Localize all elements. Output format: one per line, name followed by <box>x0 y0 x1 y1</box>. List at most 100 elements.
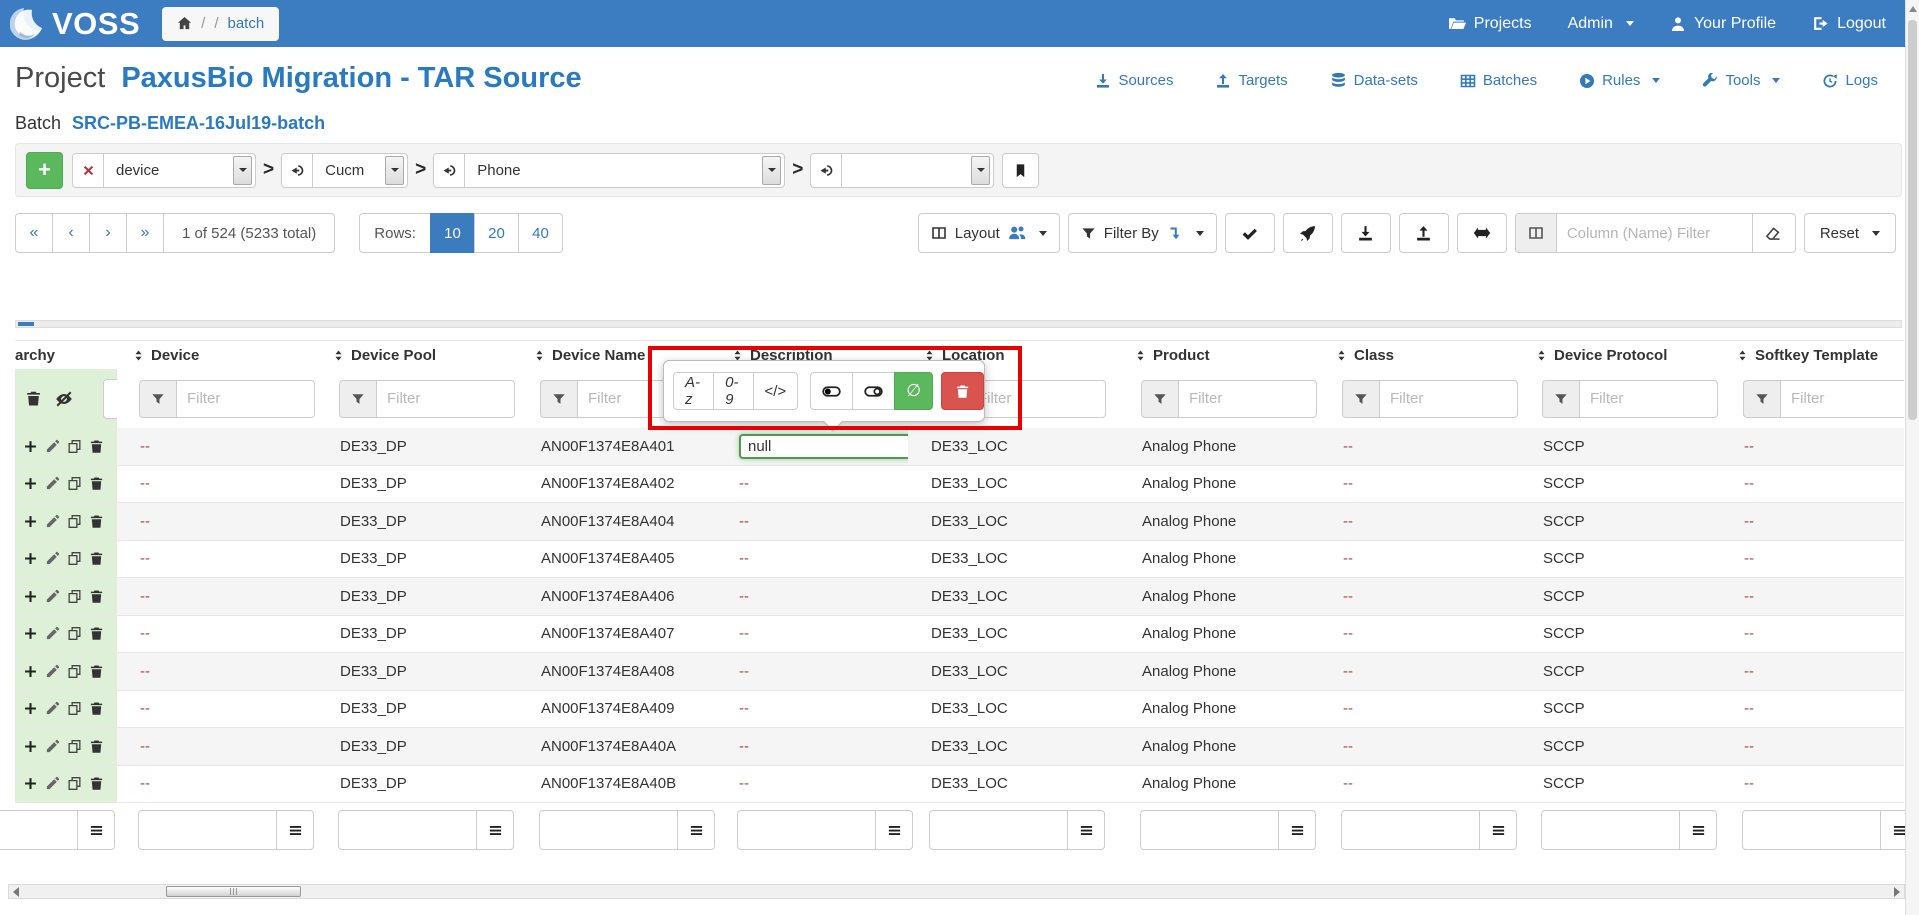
column-header[interactable]: Device <box>117 347 317 364</box>
copy-row-icon[interactable] <box>67 589 82 604</box>
filter-funnel-button[interactable] <box>339 380 377 418</box>
table-row[interactable]: --DE33_DPAN00F1374E8A406--DE33_LOCAnalog… <box>15 578 1904 616</box>
scroll-right-arrow[interactable] <box>1894 887 1900 897</box>
copy-row-icon[interactable] <box>67 551 82 566</box>
run-button[interactable] <box>1283 213 1333 253</box>
edit-row-icon[interactable] <box>45 626 60 641</box>
footer-menu-button[interactable] <box>1479 810 1517 850</box>
column-filter-input[interactable] <box>377 380 515 418</box>
table-row[interactable]: --DE33_DPAN00F1374E8A40A--DE33_LOCAnalog… <box>15 728 1904 766</box>
edit-row-icon[interactable] <box>45 701 60 716</box>
delete-row-icon[interactable] <box>89 439 104 454</box>
table-row[interactable]: --DE33_DPAN00F1374E8A409--DE33_LOCAnalog… <box>15 691 1904 729</box>
trash-icon[interactable] <box>25 390 42 407</box>
copy-row-icon[interactable] <box>67 739 82 754</box>
copy-row-icon[interactable] <box>67 626 82 641</box>
table-top-scrollbar-thumb[interactable] <box>18 322 34 326</box>
code-button[interactable]: </> <box>753 372 799 410</box>
edit-row-icon[interactable] <box>45 664 60 679</box>
footer-menu-button[interactable] <box>1278 810 1316 850</box>
add-row-icon[interactable] <box>23 776 38 791</box>
filter-funnel-button[interactable] <box>1141 380 1179 418</box>
footer-input[interactable] <box>929 810 1068 850</box>
cucm-select[interactable]: Cucm <box>313 153 408 188</box>
model-type-select[interactable]: device <box>104 153 256 188</box>
footer-input[interactable] <box>1341 810 1480 850</box>
scroll-left-arrow[interactable] <box>13 887 19 897</box>
return-step-button[interactable] <box>433 153 465 188</box>
footer-menu-button[interactable] <box>1067 810 1105 850</box>
add-row-icon[interactable] <box>23 589 38 604</box>
sort-icon[interactable] <box>533 349 546 362</box>
footer-input[interactable] <box>1541 810 1680 850</box>
nav-projects[interactable]: Projects <box>1449 15 1532 33</box>
table-top-scrollbar[interactable] <box>15 320 1902 328</box>
project-nav-targets[interactable]: Targets <box>1215 72 1287 89</box>
last-page-button[interactable]: » <box>126 213 164 253</box>
footer-input[interactable] <box>1742 810 1881 850</box>
set-null-button[interactable]: ∅ <box>894 372 933 410</box>
toggle-off-button[interactable] <box>852 372 895 410</box>
add-row-icon[interactable] <box>23 476 38 491</box>
filter-by-button[interactable]: Filter By <box>1068 213 1217 253</box>
vertical-scrollbar[interactable] <box>1905 0 1919 915</box>
delete-row-icon[interactable] <box>89 589 104 604</box>
table-row[interactable]: --DE33_DPAN00F1374E8A401DE33_LOCAnalog P… <box>15 428 1904 466</box>
apply-button[interactable] <box>1225 213 1275 253</box>
batch-name-link[interactable]: SRC-PB-EMEA-16Jul19-batch <box>72 113 325 133</box>
project-nav-sources[interactable]: Sources <box>1095 72 1173 89</box>
add-row-icon[interactable] <box>23 626 38 641</box>
add-row-icon[interactable] <box>23 439 38 454</box>
bookmark-button[interactable] <box>1002 153 1039 188</box>
column-filter-input[interactable] <box>1179 380 1317 418</box>
delete-row-icon[interactable] <box>89 664 104 679</box>
delete-row-icon[interactable] <box>89 551 104 566</box>
rows-option-10[interactable]: 10 <box>430 213 475 253</box>
project-nav-tools[interactable]: Tools <box>1702 72 1780 89</box>
copy-row-icon[interactable] <box>67 476 82 491</box>
column-header[interactable]: archy <box>15 347 117 364</box>
filter-funnel-button[interactable] <box>1743 380 1781 418</box>
footer-menu-button[interactable] <box>677 810 715 850</box>
eye-slash-icon[interactable] <box>54 389 74 409</box>
sort-icon[interactable] <box>332 349 345 362</box>
column-header[interactable]: Device Pool <box>317 347 518 364</box>
project-nav-datasets[interactable]: Data-sets <box>1330 72 1418 89</box>
rows-option-40[interactable]: 40 <box>518 213 563 253</box>
description-edit-input[interactable] <box>739 434 908 459</box>
filter-funnel-button[interactable] <box>540 380 578 418</box>
export-button[interactable] <box>1341 213 1391 253</box>
column-header[interactable]: Product <box>1119 347 1320 364</box>
prev-page-button[interactable]: ‹ <box>52 213 90 253</box>
scroll-up-arrow[interactable] <box>1909 6 1917 12</box>
sort-icon[interactable] <box>1335 349 1348 362</box>
add-row-icon[interactable] <box>23 664 38 679</box>
return-step-button[interactable] <box>281 153 313 188</box>
delete-row-icon[interactable] <box>89 739 104 754</box>
breadcrumb-current[interactable]: batch <box>228 15 265 32</box>
sort-icon[interactable] <box>1736 349 1749 362</box>
footer-menu-button[interactable] <box>1679 810 1717 850</box>
delete-row-icon[interactable] <box>89 701 104 716</box>
remove-filter-button[interactable] <box>72 153 104 188</box>
add-filter-button[interactable]: + <box>26 152 63 189</box>
nav-admin[interactable]: Admin <box>1568 15 1634 33</box>
table-row[interactable]: --DE33_DPAN00F1374E8A405--DE33_LOCAnalog… <box>15 541 1904 579</box>
import-button[interactable] <box>1399 213 1449 253</box>
rows-option-20[interactable]: 20 <box>474 213 519 253</box>
sort-icon[interactable] <box>1134 349 1147 362</box>
copy-row-icon[interactable] <box>67 439 82 454</box>
add-row-icon[interactable] <box>23 739 38 754</box>
sort-icon[interactable] <box>1535 349 1548 362</box>
copy-row-icon[interactable] <box>67 776 82 791</box>
nav-logout[interactable]: Logout <box>1812 15 1886 33</box>
empty-select[interactable] <box>842 153 994 188</box>
filter-funnel-button[interactable] <box>1342 380 1380 418</box>
table-row[interactable]: --DE33_DPAN00F1374E8A407--DE33_LOCAnalog… <box>15 616 1904 654</box>
sort-icon[interactable] <box>132 349 145 362</box>
filter-funnel-button[interactable] <box>139 380 177 418</box>
vertical-scrollbar-thumb[interactable] <box>1908 20 1917 420</box>
footer-input[interactable] <box>1140 810 1279 850</box>
expand-columns-button[interactable] <box>1457 213 1507 253</box>
edit-row-icon[interactable] <box>45 589 60 604</box>
